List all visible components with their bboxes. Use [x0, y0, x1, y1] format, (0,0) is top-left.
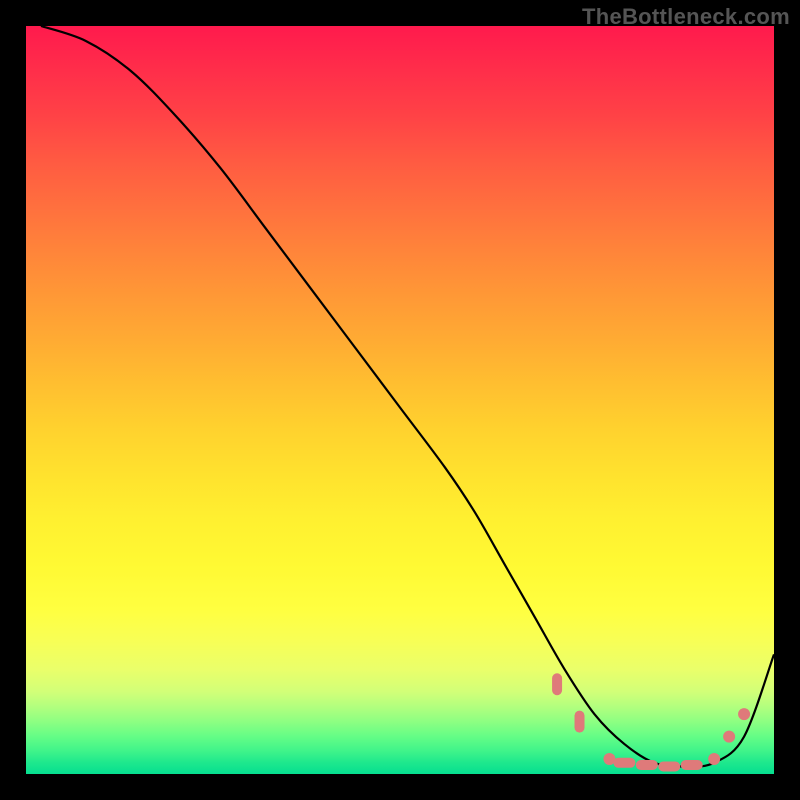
- curve-marker: [708, 753, 720, 765]
- curve-marker: [681, 760, 703, 770]
- bottleneck-curve: [41, 26, 774, 767]
- curve-marker: [603, 753, 615, 765]
- curve-marker: [575, 711, 585, 733]
- chart-canvas: TheBottleneck.com: [0, 0, 800, 800]
- curve-marker: [552, 673, 562, 695]
- watermark-text: TheBottleneck.com: [582, 4, 790, 30]
- curve-marker: [613, 758, 635, 768]
- curve-marker: [658, 762, 680, 772]
- curve-marker: [738, 708, 750, 720]
- plot-area: [26, 26, 774, 774]
- curve-marker: [723, 731, 735, 743]
- curve-layer: [26, 26, 774, 774]
- marker-group: [552, 673, 750, 771]
- curve-marker: [636, 760, 658, 770]
